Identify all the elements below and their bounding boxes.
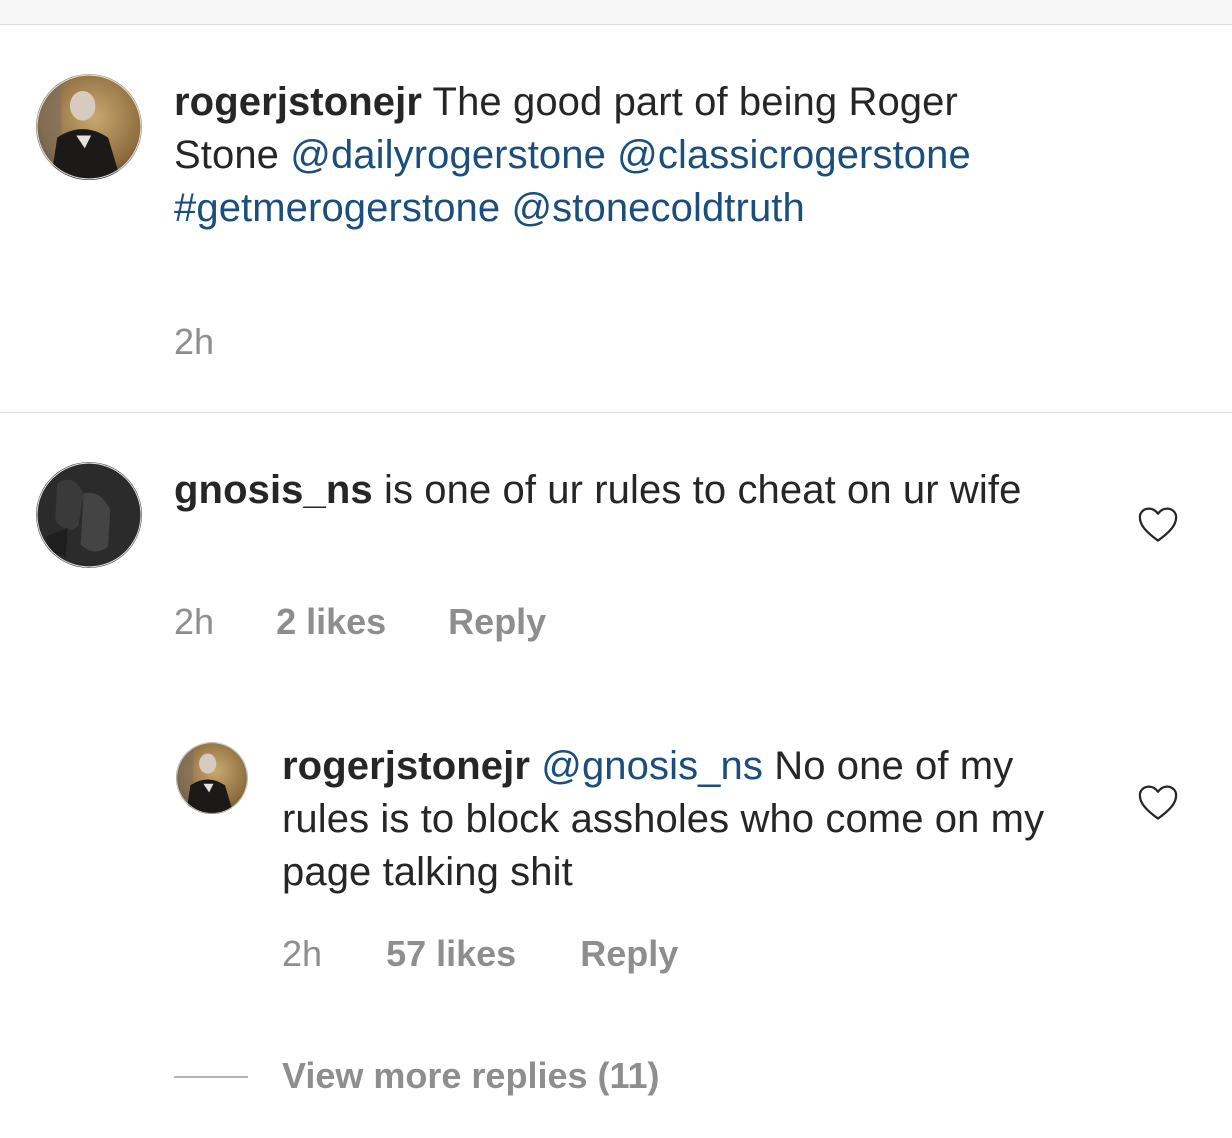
- comment-likes[interactable]: 2 likes: [276, 602, 386, 642]
- profile-photo-icon: [36, 74, 142, 180]
- comment-text: gnosis_ns is one of ur rules to cheat on…: [174, 464, 1054, 517]
- reply-button[interactable]: Reply: [580, 934, 678, 974]
- comment-username[interactable]: gnosis_ns: [174, 468, 373, 512]
- view-more-replies-button[interactable]: View more replies (11): [282, 1054, 660, 1098]
- heart-icon: [1138, 507, 1178, 542]
- mention-link[interactable]: @gnosis_ns: [541, 744, 763, 788]
- hashtag-link[interactable]: #getmerogerstone: [174, 186, 500, 230]
- caption-time: 2h: [174, 321, 215, 362]
- reply-button[interactable]: Reply: [448, 602, 546, 642]
- top-strip: [0, 0, 1232, 25]
- comment-avatar[interactable]: [36, 462, 142, 568]
- like-button[interactable]: [1137, 506, 1179, 544]
- profile-photo-icon: [176, 742, 248, 814]
- comment-time: 2h: [174, 601, 215, 642]
- view-more-line: [174, 1076, 248, 1078]
- mention-link[interactable]: @stonecoldtruth: [511, 186, 804, 230]
- caption-text: rogerjstonejr The good part of being Rog…: [174, 76, 1054, 235]
- comment-body: is one of ur rules to cheat on ur wife: [383, 468, 1022, 512]
- reply-time: 2h: [282, 933, 323, 974]
- reply-meta: 2h 57 likes Reply: [282, 934, 678, 974]
- reply-avatar[interactable]: [176, 742, 248, 814]
- comment-meta: 2h 2 likes Reply: [174, 602, 546, 642]
- like-button[interactable]: [1137, 784, 1179, 822]
- caption-meta: 2h: [174, 322, 214, 362]
- reply-username[interactable]: rogerjstonejr: [282, 744, 530, 788]
- mention-link[interactable]: @classicrogerstone: [617, 133, 971, 177]
- reply-text: rogerjstonejr @gnosis_ns No one of my ru…: [282, 740, 1082, 899]
- caption-username[interactable]: rogerjstonejr: [174, 80, 422, 124]
- mention-link[interactable]: @dailyrogerstone: [290, 133, 606, 177]
- heart-icon: [1138, 785, 1178, 820]
- profile-photo-icon: [36, 462, 142, 568]
- reply-likes[interactable]: 57 likes: [386, 934, 516, 974]
- section-divider: [0, 412, 1232, 413]
- caption-avatar[interactable]: [36, 74, 142, 180]
